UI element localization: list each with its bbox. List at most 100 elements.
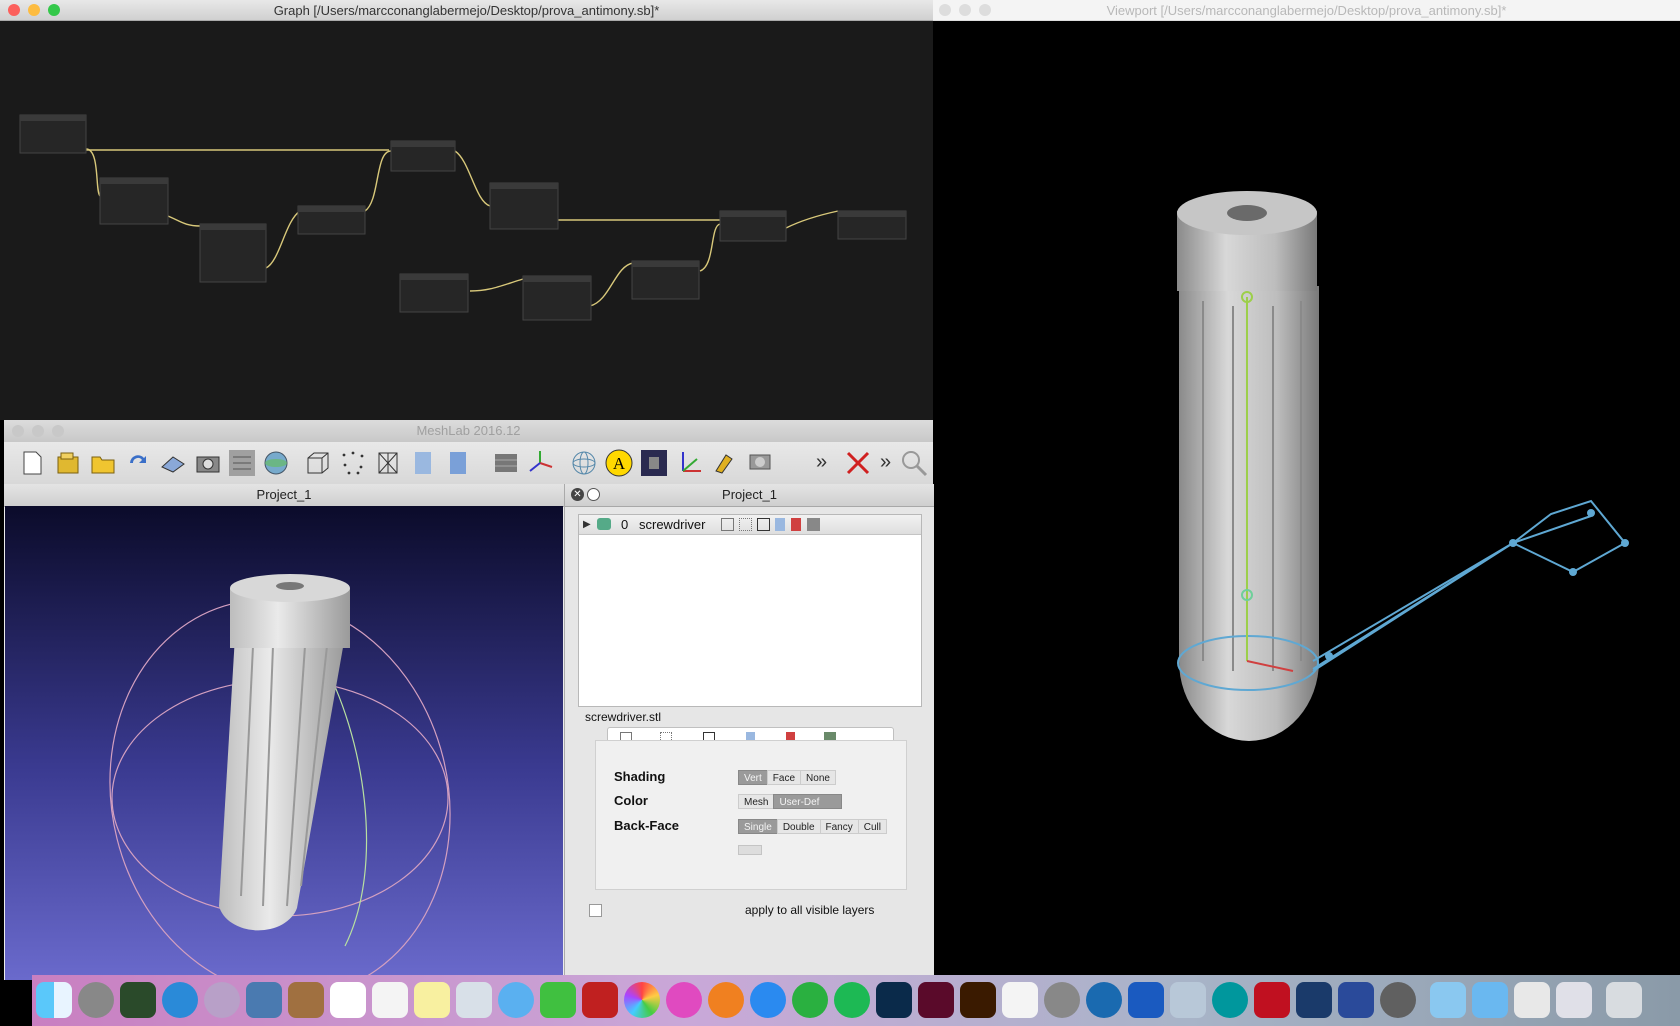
trash-icon[interactable] xyxy=(1606,982,1642,1018)
image-viewer-icon[interactable] xyxy=(1170,982,1206,1018)
close-window-icon[interactable] xyxy=(939,4,951,16)
layers-icon[interactable] xyxy=(228,449,256,477)
wireframe-icon[interactable] xyxy=(757,518,770,531)
vertex-color-icon[interactable] xyxy=(791,518,801,531)
texture-icon[interactable] xyxy=(492,449,520,477)
new-file-icon[interactable] xyxy=(18,449,46,477)
spotify-icon[interactable] xyxy=(834,982,870,1018)
points-icon[interactable] xyxy=(739,518,752,531)
paint-icon[interactable] xyxy=(710,449,738,477)
photoshop-icon[interactable] xyxy=(876,982,912,1018)
more2-icon[interactable]: » xyxy=(880,451,891,474)
system-preferences-icon[interactable] xyxy=(1044,982,1080,1018)
flat-icon[interactable] xyxy=(775,518,785,531)
arduino-icon[interactable] xyxy=(1212,982,1248,1018)
shading-option-vert[interactable]: Vert xyxy=(738,770,768,785)
texture-icon[interactable] xyxy=(807,518,820,531)
globe-icon[interactable] xyxy=(262,449,290,477)
close-window-icon[interactable] xyxy=(8,4,20,16)
messages-icon[interactable] xyxy=(498,982,534,1018)
safari-icon[interactable] xyxy=(162,982,198,1018)
open-mesh-icon[interactable] xyxy=(89,449,117,477)
image-capture-icon[interactable] xyxy=(456,982,492,1018)
points-icon[interactable] xyxy=(339,449,367,477)
documents-icon[interactable] xyxy=(1514,982,1550,1018)
close-window-icon[interactable] xyxy=(12,425,24,437)
flat-icon[interactable] xyxy=(409,449,437,477)
meshlab-3d-canvas[interactable] xyxy=(5,506,563,997)
float-panel-icon[interactable] xyxy=(587,488,600,501)
3d-viewport-canvas[interactable] xyxy=(933,21,1680,975)
autocad-icon[interactable] xyxy=(1254,982,1290,1018)
finder-icon[interactable] xyxy=(36,982,72,1018)
unified-camera-icon[interactable] xyxy=(746,449,774,477)
wireframe-icon[interactable] xyxy=(374,449,402,477)
screen-icon[interactable] xyxy=(1296,982,1332,1018)
camera-icon[interactable] xyxy=(640,449,668,477)
minimize-window-icon[interactable] xyxy=(32,425,44,437)
word-icon[interactable] xyxy=(1128,982,1164,1018)
shading-option-face[interactable]: Face xyxy=(766,770,802,785)
calendar-icon[interactable] xyxy=(330,982,366,1018)
photo-booth-icon[interactable] xyxy=(582,982,618,1018)
camino-icon[interactable] xyxy=(1086,982,1122,1018)
preview-icon[interactable] xyxy=(246,982,282,1018)
graph-node[interactable] xyxy=(522,275,592,321)
node-graph-canvas[interactable] xyxy=(0,21,933,420)
graph-node[interactable] xyxy=(399,273,469,313)
back-face-option-double[interactable]: Double xyxy=(776,819,821,834)
delete-icon[interactable] xyxy=(844,449,872,477)
search-icon[interactable] xyxy=(900,449,928,477)
launchpad-icon[interactable] xyxy=(78,982,114,1018)
graph-node[interactable] xyxy=(99,177,169,225)
open-project-icon[interactable] xyxy=(54,449,82,477)
xyz-icon[interactable] xyxy=(675,449,703,477)
save-icon[interactable] xyxy=(159,449,187,477)
reminders-icon[interactable] xyxy=(372,982,408,1018)
back-face-option-single[interactable]: Single xyxy=(738,819,778,834)
more-icon[interactable]: » xyxy=(816,451,827,474)
graph-node[interactable] xyxy=(297,205,366,235)
itunes-icon[interactable] xyxy=(666,982,702,1018)
minimize-window-icon[interactable] xyxy=(959,4,971,16)
utorrent-icon[interactable] xyxy=(792,982,828,1018)
expand-arrow-icon[interactable]: ▶ xyxy=(583,515,591,534)
instruments-icon[interactable] xyxy=(1338,982,1374,1018)
eye-icon[interactable] xyxy=(1380,982,1416,1018)
axis-icon[interactable] xyxy=(526,449,554,477)
ibooks-icon[interactable] xyxy=(708,982,744,1018)
graph-node[interactable] xyxy=(199,223,267,283)
snapshot-icon[interactable] xyxy=(194,449,222,477)
graph-node[interactable] xyxy=(19,114,87,154)
zoom-window-icon[interactable] xyxy=(52,425,64,437)
visibility-eye-icon[interactable] xyxy=(597,518,611,530)
back-face-option-cull[interactable]: Cull xyxy=(857,819,887,834)
layer-row[interactable]: ▶ 0 screwdriver xyxy=(579,515,921,535)
reload-icon[interactable] xyxy=(124,449,152,477)
mission-control-icon[interactable] xyxy=(120,982,156,1018)
zoom-window-icon[interactable] xyxy=(979,4,991,16)
trackball-icon[interactable] xyxy=(570,449,598,477)
back-face-option-fancy[interactable]: Fancy xyxy=(819,819,859,834)
indesign-icon[interactable] xyxy=(918,982,954,1018)
keychain-icon[interactable] xyxy=(204,982,240,1018)
color-option-user-def[interactable]: User-Def xyxy=(773,794,843,809)
smooth-icon[interactable] xyxy=(444,449,472,477)
facetime-icon[interactable] xyxy=(540,982,576,1018)
shading-option-none[interactable]: None xyxy=(800,770,836,785)
graph-node[interactable] xyxy=(719,210,787,242)
apply-all-checkbox[interactable] xyxy=(589,904,602,917)
graph-node[interactable] xyxy=(489,182,559,230)
extra-toggle-button[interactable] xyxy=(738,845,762,855)
folder-icon[interactable] xyxy=(1430,982,1466,1018)
illustrator-icon[interactable] xyxy=(960,982,996,1018)
bbox-icon[interactable] xyxy=(721,518,734,531)
graph-node[interactable] xyxy=(631,260,700,300)
close-panel-icon[interactable]: ✕ xyxy=(571,488,584,501)
graph-node[interactable] xyxy=(390,140,456,172)
photos-icon[interactable] xyxy=(624,982,660,1018)
color-option-mesh[interactable]: Mesh xyxy=(738,794,775,809)
app-store-icon[interactable] xyxy=(750,982,786,1018)
acrobat-icon[interactable] xyxy=(1002,982,1038,1018)
stickies-icon[interactable] xyxy=(414,982,450,1018)
